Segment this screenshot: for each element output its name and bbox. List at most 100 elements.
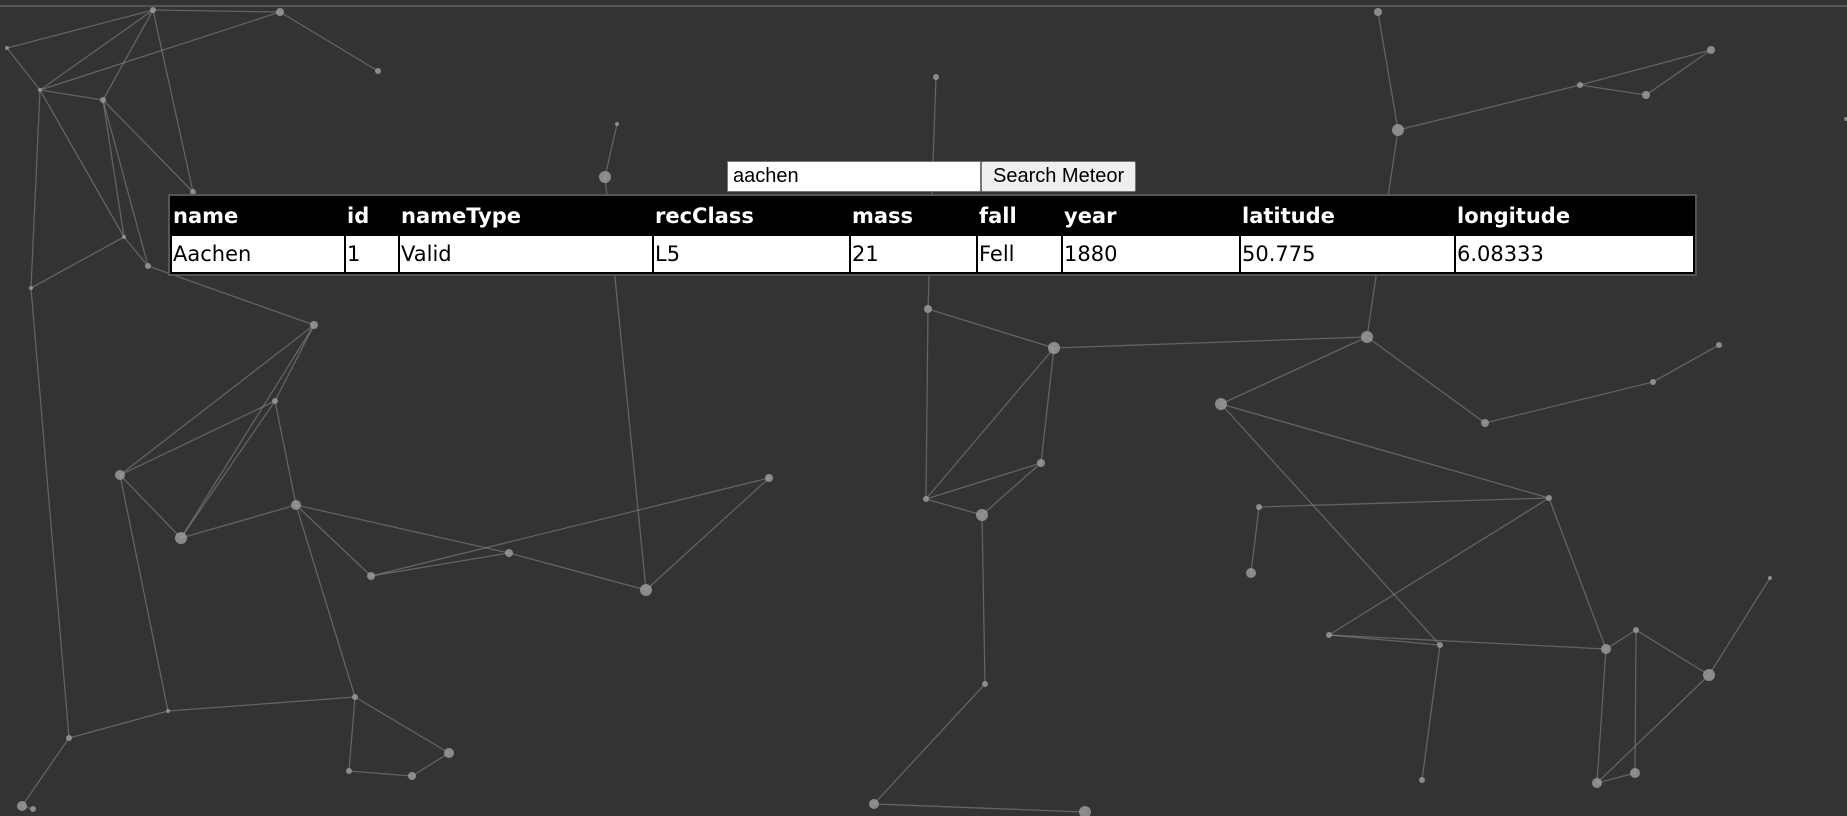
network-edge [102,99,149,267]
network-node [640,584,652,596]
network-node [1256,504,1262,510]
network-node [869,799,879,809]
network-edge [508,552,647,591]
network-edge [1548,497,1607,650]
cell-recclass: L5 [654,236,849,272]
network-node [765,474,773,482]
network-edge [1596,674,1710,784]
network-node [29,286,33,290]
network-edge [295,504,510,554]
network-edge [1220,403,1441,646]
network-node [1361,331,1373,343]
network-edge [119,400,276,476]
network-edge [370,552,510,577]
meteor-results-table: name id nameType recClass mass fall year… [168,194,1697,276]
network-edge [39,89,125,238]
network-node [1707,46,1715,54]
cell-mass: 21 [851,236,976,272]
network-node [444,748,454,758]
network-edge [354,696,450,754]
network-node [923,496,929,502]
network-edge [1328,634,1607,650]
network-node [1642,91,1650,99]
network-edge [102,99,194,193]
network-edge [370,477,770,577]
column-header-fall: fall [978,198,1061,234]
network-node [100,97,106,103]
column-header-year: year [1063,198,1239,234]
network-edge [1652,344,1720,383]
network-node [150,7,156,13]
network-node [166,709,170,713]
column-header-name: name [172,198,344,234]
network-edge [6,9,154,49]
network-node [1215,398,1227,410]
network-edge [102,9,154,101]
search-input[interactable] [727,161,981,192]
network-edge [1635,629,1710,676]
network-edge [604,123,618,178]
network-edge [1484,381,1654,424]
network-node [17,801,27,811]
network-edge [925,498,983,516]
network-node [1326,632,1332,638]
column-header-id: id [346,198,398,234]
network-node [291,500,301,510]
network-node [408,772,416,780]
network-edge [1328,497,1550,636]
network-edge [348,770,413,777]
network-edge [119,474,182,539]
cell-id: 1 [346,236,398,272]
network-edge [1596,648,1607,784]
network-node [1037,459,1045,467]
network-edge [1377,11,1399,131]
background-particle-network [5,7,1847,816]
network-edge [645,477,770,591]
network-node [66,735,72,741]
network-edge [1579,49,1712,86]
network-node [352,694,358,700]
network-node [1048,342,1060,354]
network-edge [39,89,104,101]
network-edge [30,236,125,289]
network-node [272,398,278,404]
network-edge [981,514,986,685]
network-edge [1366,336,1486,424]
network-edge [119,474,169,712]
cell-year: 1880 [1063,236,1239,272]
network-node [1246,568,1256,578]
network-node [1633,627,1639,633]
search-meteor-button[interactable]: Search Meteor [981,161,1137,192]
search-form: Search Meteor [727,161,1137,192]
network-node [1592,778,1602,788]
cell-fall: Fell [978,236,1061,272]
network-edge [1040,347,1055,464]
network-node [1546,495,1552,501]
column-header-latitude: latitude [1241,198,1454,234]
network-node [1601,644,1611,654]
network-edge [30,287,70,739]
network-edge [39,11,281,91]
network-edge [1220,336,1368,405]
network-node [1716,342,1722,348]
network-edge [274,400,297,506]
network-node [5,46,9,50]
network-edge [68,710,169,739]
network-edge [411,752,450,777]
network-node [30,806,36,812]
column-header-mass: mass [851,198,976,234]
table-row: Aachen 1 Valid L5 21 Fell 1880 50.775 6.… [172,236,1693,272]
column-header-nametype: nameType [400,198,652,234]
network-edge [1250,506,1260,574]
network-edge [21,737,70,807]
network-node [1392,124,1404,136]
table-header-row: name id nameType recClass mass fall year… [172,198,1693,234]
network-edge [39,9,154,91]
network-edge [1634,629,1637,774]
network-edge [925,347,1055,500]
network-edge [279,11,379,72]
cell-longitude: 6.08333 [1456,236,1693,272]
network-node [276,8,284,16]
network-node [175,532,187,544]
network-node [1437,642,1443,648]
